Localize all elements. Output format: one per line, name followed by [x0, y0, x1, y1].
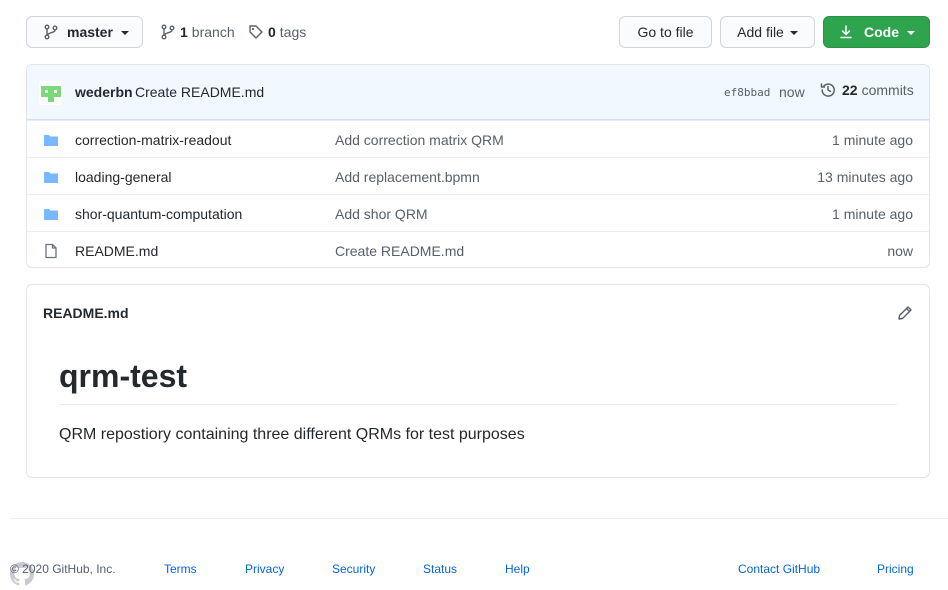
go-to-file-button[interactable]: Go to file: [619, 16, 712, 48]
file-commit-message[interactable]: Add correction matrix QRM: [335, 132, 504, 148]
tag-label: tags: [279, 24, 307, 40]
file-icon: [45, 243, 57, 259]
file-commit-message[interactable]: Create README.md: [335, 243, 464, 259]
branches-link[interactable]: 1 branch: [160, 16, 235, 48]
tag-icon: [249, 25, 263, 39]
identicon-icon: [41, 86, 61, 102]
file-commit-message[interactable]: Add shor QRM: [335, 206, 428, 222]
add-file-button[interactable]: Add file: [720, 16, 815, 48]
commit-time: now: [779, 84, 805, 100]
file-listing: wederbn Create README.md ef8bbad now 22 …: [26, 64, 930, 268]
folder-icon: [44, 135, 58, 146]
readme-header[interactable]: README.md: [43, 305, 129, 321]
commits-link[interactable]: 22 commits: [820, 82, 914, 98]
readme-body: QRM repostiory containing three differen…: [59, 426, 525, 443]
divider: [59, 404, 897, 405]
folder-icon: [44, 172, 58, 183]
add-file-label: Add file: [737, 24, 784, 40]
file-row[interactable]: shor-quantum-computation Add shor QRM 1 …: [27, 194, 929, 231]
commit-message[interactable]: Create README.md: [135, 84, 264, 100]
readme-panel: README.md qrm-test QRM repostiory contai…: [26, 284, 930, 478]
commit-author[interactable]: wederbn: [75, 84, 133, 100]
history-icon: [820, 83, 835, 97]
file-age: 13 minutes ago: [817, 169, 913, 185]
commit-count-label: commits: [861, 82, 914, 98]
code-label: Code: [864, 24, 899, 40]
file-age: 1 minute ago: [832, 206, 913, 222]
repo-toolbar: master 1 branch 0 tags Go to file Add fi…: [26, 16, 930, 48]
footer-link-privacy[interactable]: Privacy: [245, 562, 284, 576]
footer-link-contact[interactable]: Contact GitHub: [738, 562, 820, 576]
chevron-down-icon: [789, 31, 798, 35]
file-row[interactable]: README.md Create README.md now: [27, 231, 929, 267]
footer: © 2020 GitHub, Inc. Terms Privacy Securi…: [10, 562, 920, 586]
file-name[interactable]: loading-general: [75, 169, 172, 185]
footer-link-status[interactable]: Status: [423, 562, 457, 576]
file-name[interactable]: shor-quantum-computation: [75, 206, 242, 222]
footer-copyright: © 2020 GitHub, Inc.: [10, 562, 116, 576]
footer-divider: [10, 518, 948, 519]
file-age: 1 minute ago: [832, 132, 913, 148]
tags-link[interactable]: 0 tags: [248, 16, 306, 48]
file-row[interactable]: correction-matrix-readout Add correction…: [27, 120, 929, 157]
download-icon: [840, 25, 852, 39]
chevron-down-icon: [907, 31, 915, 35]
file-commit-message[interactable]: Add replacement.bpmn: [335, 169, 480, 185]
git-branch-icon: [161, 24, 175, 40]
branch-count: 1: [180, 24, 188, 40]
footer-link-help[interactable]: Help: [505, 562, 530, 576]
commit-sha[interactable]: ef8bbad: [724, 86, 770, 99]
commit-count: 22: [842, 82, 858, 98]
file-name[interactable]: README.md: [75, 243, 158, 259]
tag-count: 0: [268, 24, 276, 40]
avatar[interactable]: [39, 81, 63, 105]
branch-label: branch: [191, 24, 235, 40]
branch-name: master: [67, 24, 113, 40]
footer-link-terms[interactable]: Terms: [164, 562, 197, 576]
file-name[interactable]: correction-matrix-readout: [75, 132, 231, 148]
chevron-down-icon: [120, 31, 129, 35]
branch-selector-button[interactable]: master: [26, 16, 143, 48]
latest-commit-bar: wederbn Create README.md ef8bbad now 22 …: [27, 65, 929, 120]
readme-title: qrm-test: [59, 358, 188, 394]
file-row[interactable]: loading-general Add replacement.bpmn 13 …: [27, 157, 929, 194]
file-age: now: [887, 243, 913, 259]
pencil-icon[interactable]: [897, 305, 913, 321]
footer-link-security[interactable]: Security: [332, 562, 375, 576]
code-button[interactable]: Code: [823, 16, 930, 48]
git-branch-icon: [44, 24, 58, 40]
footer-link-pricing[interactable]: Pricing: [877, 562, 914, 576]
folder-icon: [44, 209, 58, 220]
